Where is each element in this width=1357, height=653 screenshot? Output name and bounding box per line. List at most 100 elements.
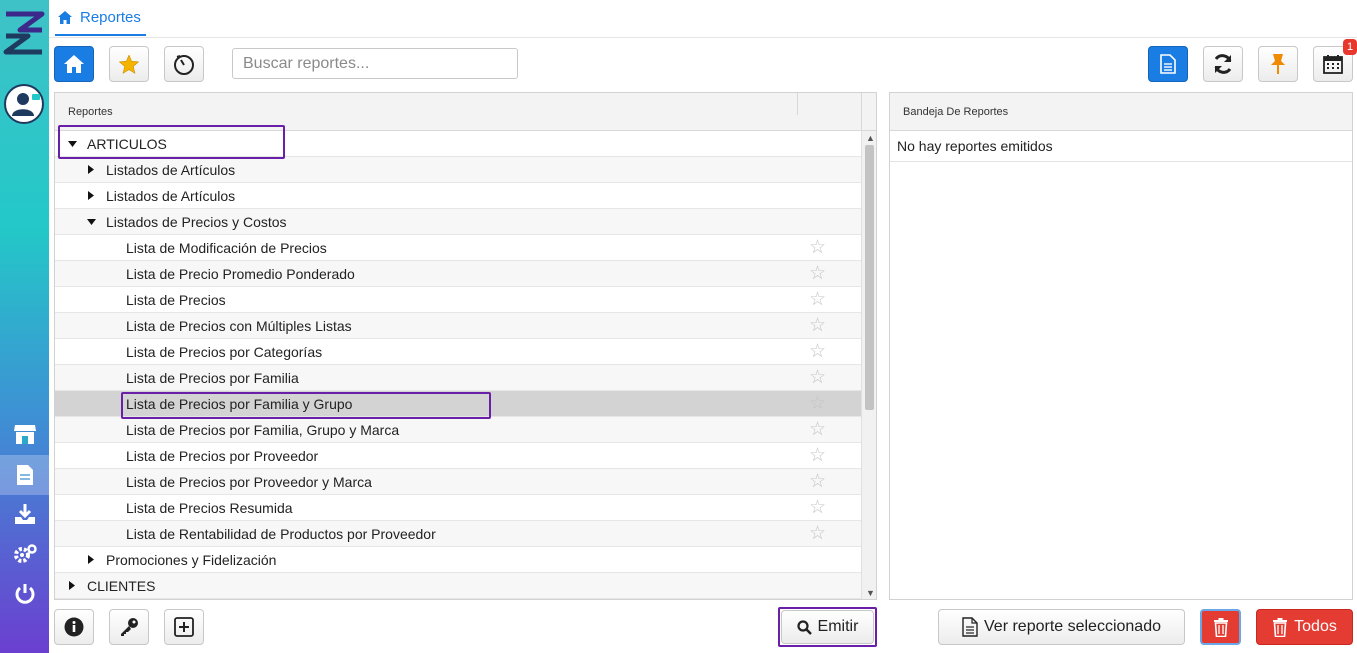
trash-icon [1273,617,1288,637]
tree-scrollbar[interactable]: ▲ ▼ [861,131,876,599]
delete-selected-button[interactable] [1200,609,1241,645]
reports-header-label: Reportes [68,105,113,118]
stopwatch-icon [174,55,194,75]
document-icon[interactable] [0,455,49,495]
home-icon [64,55,84,73]
tree-group[interactable]: Listados de Artículos [55,183,861,209]
caret-right-icon[interactable] [86,555,96,564]
key-button[interactable] [109,609,149,645]
download-tray-icon[interactable] [0,494,49,534]
column-divider [797,93,798,115]
report-item[interactable]: Lista de Precios por Proveedor ☆ [55,443,861,469]
trash-icon [1213,617,1228,637]
report-item[interactable]: Lista de Precios por Categorías ☆ [55,339,861,365]
tree-category[interactable]: CLIENTES [55,573,861,599]
key-icon [121,618,138,636]
search-icon [796,619,812,635]
refresh-button[interactable] [1203,46,1243,82]
report-item[interactable]: Lista de Precios por Familia ☆ [55,365,861,391]
report-item[interactable]: Lista de Precio Promedio Ponderado ☆ [55,261,861,287]
favorite-star-icon[interactable]: ☆ [809,290,826,310]
tree-item-label: Lista de Precios por Familia [126,369,299,386]
report-item[interactable]: Lista de Precios por Proveedor y Marca ☆ [55,469,861,495]
favorite-star-icon[interactable]: ☆ [809,238,826,258]
pushpin-icon [1271,54,1285,74]
tray-panel-header: Bandeja De Reportes [890,93,1352,131]
scroll-down-arrow-icon[interactable]: ▼ [866,588,875,598]
favorite-star-icon[interactable]: ☆ [809,368,826,388]
home-button[interactable] [54,46,94,82]
favorite-star-icon[interactable]: ☆ [809,472,826,492]
delete-all-button[interactable]: Todos [1256,609,1353,645]
favorite-star-icon[interactable]: ☆ [809,446,826,466]
document-icon [1160,54,1176,74]
plus-square-icon [174,617,194,637]
info-button[interactable] [54,609,94,645]
favorite-star-icon[interactable]: ☆ [809,264,826,284]
tree-item-label: Lista de Rentabilidad de Productos por P… [126,525,436,542]
pin-button[interactable] [1258,46,1298,82]
tree-item-label: Lista de Precios por Categorías [126,343,323,360]
app-sidebar [0,0,49,653]
calendar-button[interactable]: 1 [1313,39,1357,82]
tree-category[interactable]: ARTICULOS [55,131,861,157]
power-icon[interactable] [0,574,49,614]
tree-item-label: Listados de Precios y Costos [106,213,287,230]
favorite-star-icon[interactable]: ☆ [809,342,826,362]
emit-button[interactable]: Emitir [781,610,874,644]
tray-empty-message: No hay reportes emitidos [890,131,1352,162]
view-report-label: Ver reporte seleccionado [984,618,1161,635]
scrollbar-thumb[interactable] [865,145,874,410]
favorite-star-icon[interactable]: ☆ [809,394,826,414]
caret-right-icon[interactable] [86,165,96,174]
add-button[interactable] [164,609,204,645]
tree-item-label: ARTICULOS [87,135,167,152]
tree-group[interactable]: Promociones y Fidelización [55,547,861,573]
search-input[interactable] [232,48,518,79]
favorite-star-icon[interactable]: ☆ [809,524,826,544]
caret-right-icon[interactable] [86,191,96,200]
gears-icon[interactable] [0,534,49,574]
report-item[interactable]: Lista de Rentabilidad de Productos por P… [55,521,861,547]
reports-tree: ARTICULOS Listados de Artículos Listados d… [55,131,861,599]
report-item[interactable]: Lista de Modificación de Precios ☆ [55,235,861,261]
view-selected-report-button[interactable]: Ver reporte seleccionado [938,609,1185,645]
tree-item-label: Promociones y Fidelización [106,551,277,568]
caret-down-icon[interactable] [67,140,77,147]
delete-all-label: Todos [1294,618,1337,635]
report-item[interactable]: Lista de Precios Resumida ☆ [55,495,861,521]
calendar-icon [1323,55,1343,74]
caret-right-icon[interactable] [67,581,77,590]
store-icon[interactable] [0,414,49,454]
tree-item-label: Lista de Precios Resumida [126,499,293,516]
caret-down-icon[interactable] [86,218,96,225]
home-icon [58,10,72,24]
document-icon [962,617,978,637]
tree-group[interactable]: Listados de Precios y Costos [55,209,861,235]
favorite-star-icon[interactable]: ☆ [809,316,826,336]
tab-reportes[interactable]: Reportes [55,0,146,36]
report-item[interactable]: Lista de Precios por Familia, Grupo y Ma… [55,417,861,443]
tree-item-label: Lista de Precios [126,291,226,308]
reports-tray-panel: Bandeja De Reportes No hay reportes emit… [889,92,1353,600]
app-logo[interactable] [2,10,46,56]
report-item[interactable]: Lista de Precios por Familia y Grupo ☆ [55,391,861,417]
user-avatar-icon[interactable] [4,84,44,124]
tree-item-label: Lista de Precios con Múltiples Listas [126,317,352,334]
tree-item-label: Listados de Artículos [106,187,236,204]
favorite-star-icon[interactable]: ☆ [809,420,826,440]
reports-panel-header: Reportes [55,93,876,131]
tree-item-label: CLIENTES [87,577,156,594]
favorites-button[interactable] [109,46,149,82]
column-divider [861,93,862,131]
history-button[interactable] [164,46,204,82]
reports-list-button[interactable] [1148,46,1188,82]
report-item[interactable]: Lista de Precios ☆ [55,287,861,313]
report-item[interactable]: Lista de Precios con Múltiples Listas ☆ [55,313,861,339]
tree-item-label: Lista de Precios por Proveedor [126,447,319,464]
tree-group[interactable]: Listados de Artículos [55,157,861,183]
info-icon [64,617,84,637]
tree-item-label: Lista de Precios por Proveedor y Marca [126,473,372,490]
scroll-up-arrow-icon[interactable]: ▲ [866,133,875,143]
favorite-star-icon[interactable]: ☆ [809,498,826,518]
